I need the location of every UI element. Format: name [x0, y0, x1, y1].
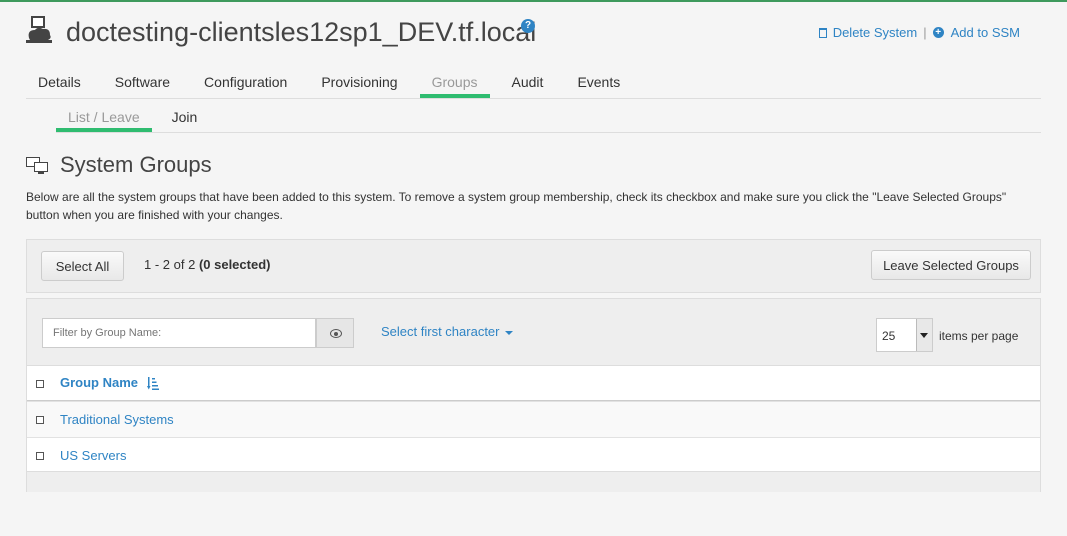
tab-details[interactable]: Details	[26, 70, 93, 98]
system-groups-icon	[26, 157, 48, 174]
tab-software[interactable]: Software	[103, 70, 182, 98]
delete-system-label: Delete System	[832, 25, 918, 40]
filter-apply-button[interactable]	[316, 318, 354, 348]
select-all-button[interactable]: Select All	[41, 251, 124, 281]
action-separator: |	[923, 25, 927, 40]
system-actions: Delete System | + Add to SSM	[818, 25, 1020, 40]
first-character-dropdown[interactable]: Select first character	[381, 324, 513, 339]
tab-configuration[interactable]: Configuration	[192, 70, 299, 98]
items-per-page-value: 25	[882, 329, 896, 343]
select-all-checkbox[interactable]	[36, 380, 44, 388]
section-description: Below are all the system groups that hav…	[26, 190, 1007, 222]
table-footer	[27, 471, 1040, 492]
tab-events[interactable]: Events	[565, 70, 632, 98]
selection-count: 1 - 2 of 2 (0 selected)	[144, 257, 270, 272]
items-per-page-select[interactable]: 25	[876, 318, 933, 352]
groups-table: Group Name Traditional Systems US Server…	[27, 365, 1040, 473]
items-per-page-label: items per page	[939, 329, 1019, 343]
group-name-link[interactable]: US Servers	[60, 448, 126, 463]
subtab-list-leave[interactable]: List / Leave	[56, 104, 152, 132]
sort-ascending-icon	[146, 377, 159, 391]
add-to-ssm-link[interactable]: + Add to SSM	[932, 25, 1020, 40]
subtab-join[interactable]: Join	[160, 104, 210, 131]
group-name-header-label: Group Name	[60, 375, 139, 390]
tab-groups[interactable]: Groups	[419, 70, 490, 98]
range-text: 1 - 2 of 2	[144, 257, 196, 272]
table-row: Traditional Systems	[27, 401, 1040, 437]
dropdown-arrow-icon	[916, 319, 932, 351]
leave-selected-groups-button[interactable]: Leave Selected Groups	[871, 250, 1031, 280]
page-title: doctesting-clientsles12sp1_DEV.tf.local	[66, 17, 537, 47]
plus-circle-icon: +	[932, 27, 944, 38]
top-accent-bar	[0, 0, 1067, 2]
tab-provisioning[interactable]: Provisioning	[309, 70, 409, 98]
main-tabs: Details Software Configuration Provision…	[26, 70, 1041, 99]
system-icon	[26, 16, 52, 43]
tab-audit[interactable]: Audit	[500, 70, 556, 98]
table-row: US Servers	[27, 437, 1040, 473]
add-to-ssm-label: Add to SSM	[950, 25, 1020, 40]
row-checkbox[interactable]	[36, 452, 44, 460]
selected-count: (0 selected)	[198, 257, 271, 272]
trash-icon	[818, 27, 827, 38]
eye-icon	[330, 329, 342, 338]
section-title: System Groups	[60, 152, 212, 177]
group-name-column-header[interactable]: Group Name	[60, 375, 159, 391]
filter-group-name-input[interactable]	[42, 318, 316, 348]
group-name-link[interactable]: Traditional Systems	[60, 412, 174, 427]
selection-toolbar: Select All 1 - 2 of 2 (0 selected) Leave…	[26, 239, 1041, 293]
sub-tabs: List / Leave Join	[56, 104, 1041, 133]
help-icon[interactable]: ?	[521, 19, 535, 33]
caret-down-icon	[504, 330, 513, 335]
row-checkbox[interactable]	[36, 416, 44, 424]
delete-system-link[interactable]: Delete System	[818, 25, 918, 40]
first-character-label: Select first character	[381, 324, 500, 339]
table-header-row: Group Name	[27, 365, 1040, 401]
groups-list-panel: Select first character 25 items per page…	[26, 298, 1041, 492]
